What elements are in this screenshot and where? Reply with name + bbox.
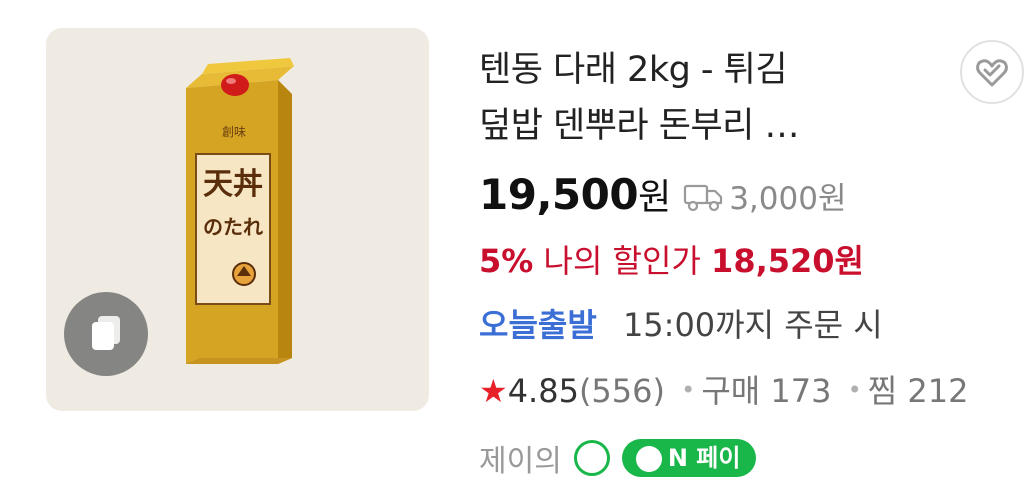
truck-icon — [684, 184, 723, 212]
pay-badge: N 페이 — [621, 439, 757, 477]
heart-icon — [976, 59, 1008, 87]
review-meta-row: ★4.85(556) • 구매 173 • 찜 212 — [479, 366, 968, 412]
price-unit: 원 — [638, 177, 672, 218]
purchase-count: 구매 173 — [701, 372, 832, 410]
package-name-large: 天丼 — [203, 167, 263, 202]
product-title-line2: 덮밥 덴뿌라 돈부리 … — [479, 106, 799, 146]
pay-badge-label: N 페이 — [667, 444, 741, 472]
review-count[interactable]: (556) — [579, 372, 665, 410]
price-row: 19,500 원 3,000원 — [479, 168, 846, 224]
shipping-fee: 3,000원 — [729, 181, 847, 217]
package-name-small: のたれ — [203, 215, 263, 239]
product-price: 19,500 — [479, 170, 639, 219]
discount-row: 5% 나의 할인가 18,520원 — [479, 236, 864, 282]
wish-button[interactable] — [960, 40, 1024, 104]
store-ring-icon — [573, 440, 610, 476]
package-top-label: 創味 — [222, 125, 246, 139]
discount-label: 나의 할인가 — [543, 242, 701, 280]
wish-count: 찜 212 — [867, 372, 969, 410]
copy-button[interactable] — [64, 292, 148, 376]
badge-dot-icon — [635, 446, 662, 472]
star-icon: ★ — [479, 372, 508, 410]
discount-price: 18,520원 — [711, 242, 864, 280]
today-shipping-desc: 15:00까지 주문 시 — [622, 306, 883, 344]
today-shipping-row: 오늘출발 15:00까지 주문 시 — [479, 300, 883, 346]
seller-name[interactable]: 제이의 — [479, 436, 562, 480]
separator-dot: • — [681, 376, 696, 404]
seller-row: 제이의 N 페이 — [479, 436, 757, 480]
separator-dot: • — [847, 376, 862, 404]
rating-value: 4.85 — [507, 372, 579, 410]
product-thumbnail[interactable]: 創味 天丼 のたれ — [46, 28, 429, 411]
product-title[interactable]: 텐동 다래 2kg - 튀김 덮밥 덴뿌라 돈부리 … — [479, 42, 919, 154]
discount-percent: 5% — [479, 242, 534, 280]
today-shipping-badge: 오늘출발 — [479, 306, 597, 344]
product-title-line1: 텐동 다래 2kg - 튀김 — [479, 50, 788, 90]
copy-icon — [92, 316, 120, 350]
